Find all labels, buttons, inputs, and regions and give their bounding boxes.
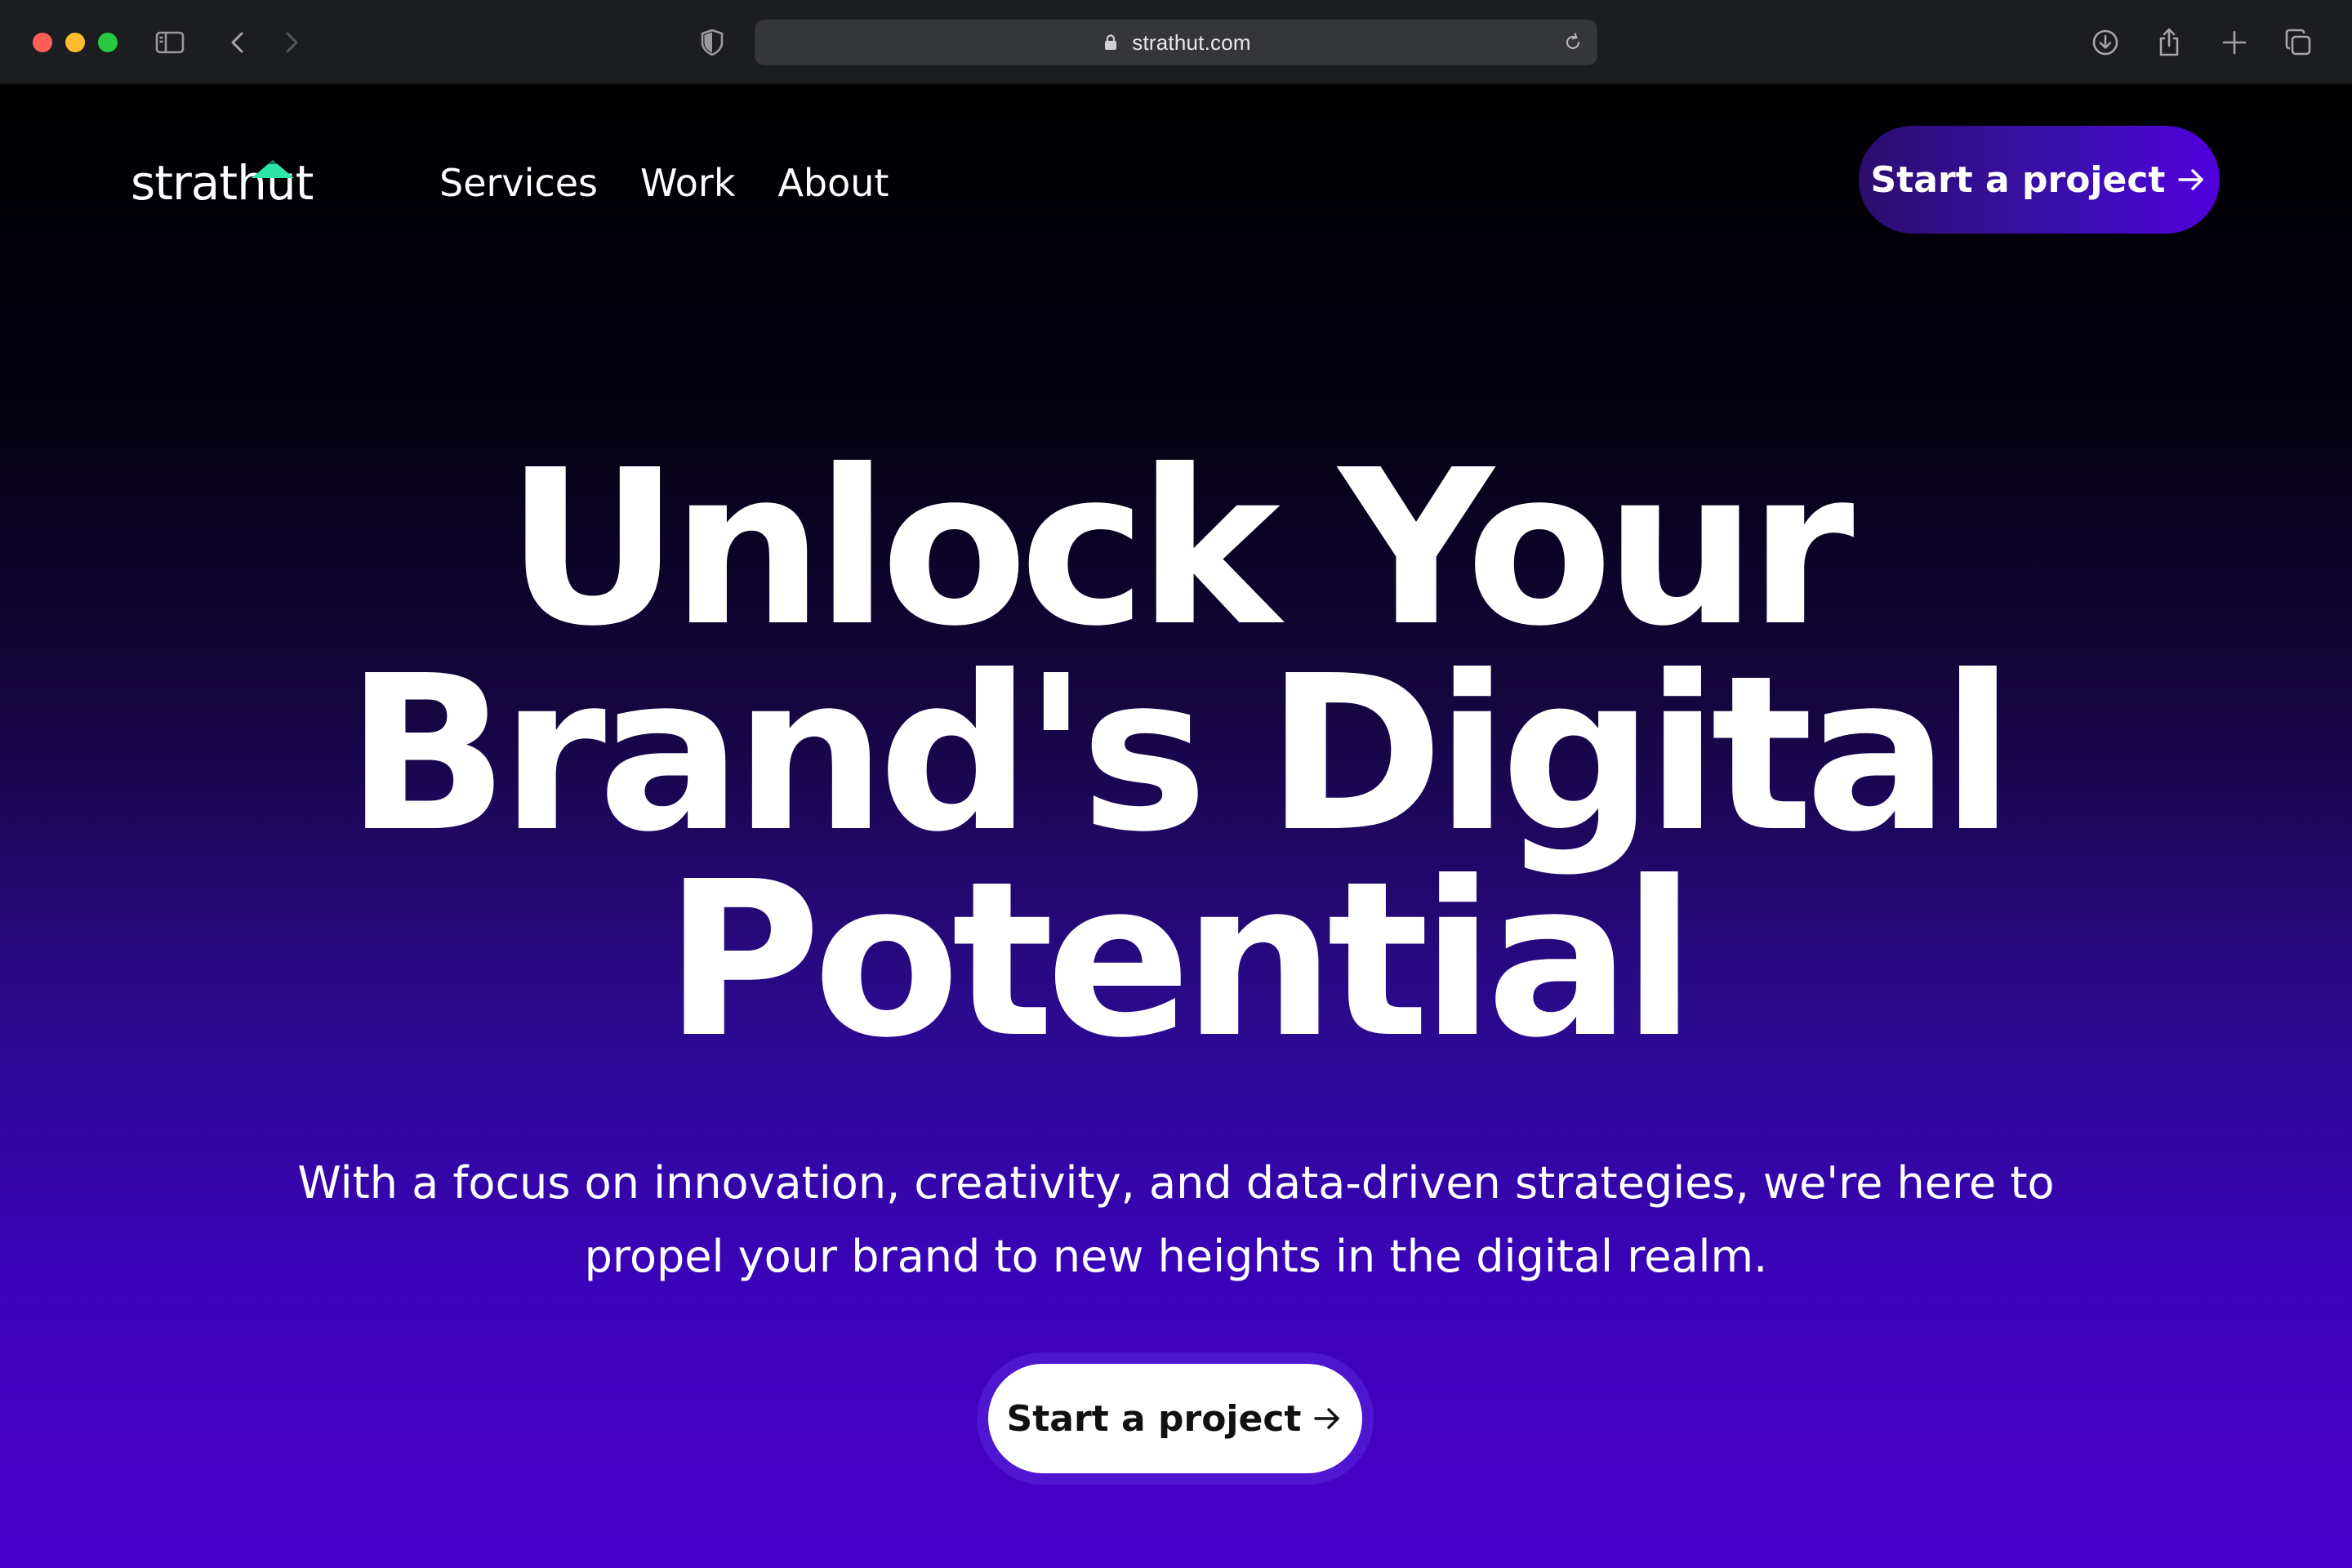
nav-item-about[interactable]: About [777, 154, 889, 212]
nav-item-services[interactable]: Services [439, 154, 598, 212]
close-window-button[interactable] [33, 33, 52, 52]
hero-subtitle-line: propel your brand to new heights in the … [584, 1231, 1768, 1282]
shield-icon[interactable] [693, 23, 732, 62]
hero-title-line: Unlock Your [506, 424, 1854, 673]
chevron-left-icon[interactable] [219, 23, 258, 62]
minimize-window-button[interactable] [65, 33, 85, 52]
lock-icon [1101, 33, 1120, 52]
share-icon[interactable] [2149, 23, 2189, 62]
hero-start-project-button[interactable]: Start a project [988, 1364, 1362, 1473]
hero-title: Unlock Your Brand's Digital Potential [0, 424, 2352, 1085]
url-text: strathut.com [1132, 29, 1251, 55]
hero-cta-label: Start a project [1006, 1397, 1302, 1440]
tabs-overview-icon[interactable] [2278, 23, 2318, 62]
header-cta-label: Start a project [1870, 158, 2166, 201]
zoom-window-button[interactable] [98, 33, 118, 52]
hero-subtitle-line: With a focus on innovation, creativity, … [297, 1157, 2055, 1209]
arrow-right-icon [2175, 163, 2207, 196]
browser-toolbar: strathut.com [0, 0, 2352, 85]
hero-title-line: Brand's Digital [345, 630, 2015, 879]
reload-icon[interactable] [1560, 29, 1586, 56]
site-logo[interactable]: strathut [131, 150, 314, 216]
sidebar-icon[interactable] [150, 23, 189, 62]
main-nav: Services Work About [439, 154, 889, 212]
nav-item-work[interactable]: Work [640, 154, 735, 212]
chevron-right-icon[interactable] [271, 23, 310, 62]
hero-title-line: Potential [664, 835, 1695, 1085]
header-start-project-button[interactable]: Start a project [1859, 126, 2220, 234]
plus-icon[interactable] [2215, 23, 2254, 62]
hero-subtitle: With a focus on innovation, creativity, … [245, 1147, 2107, 1294]
address-bar[interactable]: strathut.com [755, 20, 1597, 65]
hero-section: strathut Services Work About Start a pro… [0, 85, 2352, 1568]
download-icon[interactable] [2086, 23, 2125, 62]
roof-icon [252, 160, 294, 178]
arrow-right-icon [1311, 1402, 1343, 1435]
